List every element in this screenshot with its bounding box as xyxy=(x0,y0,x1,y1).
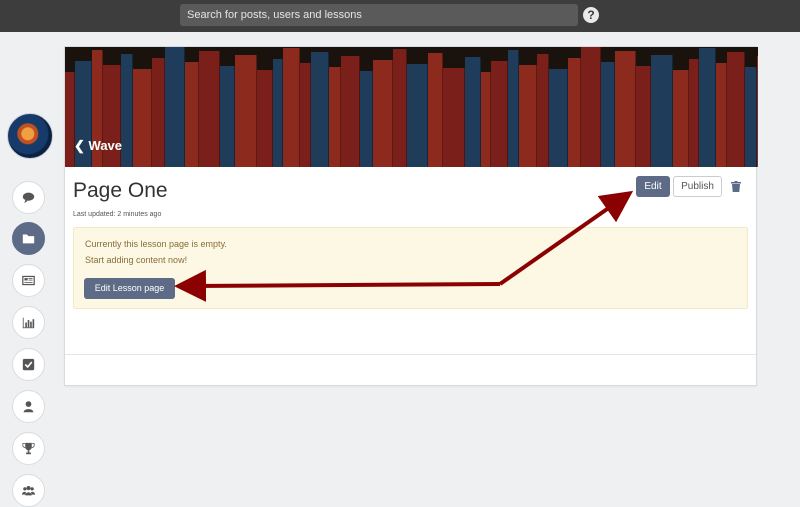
book-spine xyxy=(235,55,257,167)
chat-icon xyxy=(22,192,35,204)
sidebar-item-achievements[interactable] xyxy=(12,432,45,465)
book-spine xyxy=(257,70,273,167)
book-spine xyxy=(745,67,757,167)
notice-text: Currently this lesson page is empty. xyxy=(85,239,227,249)
book-spine xyxy=(716,63,727,167)
book-spine xyxy=(491,61,508,167)
edit-lesson-page-button[interactable]: Edit Lesson page xyxy=(84,278,175,299)
trophy-icon xyxy=(22,442,35,455)
bar-chart-icon xyxy=(22,317,35,329)
last-updated: Last updated: 2 minutes ago xyxy=(73,211,162,218)
help-icon[interactable]: ? xyxy=(583,7,599,23)
lesson-card: ❮ Wave Page One Last updated: 2 minutes … xyxy=(64,46,758,386)
book-spine xyxy=(581,47,601,167)
book-spine xyxy=(615,51,636,167)
book-spine xyxy=(373,60,393,167)
book-spine xyxy=(443,68,465,167)
divider xyxy=(65,354,756,355)
book-spine xyxy=(300,63,311,167)
book-spine xyxy=(199,51,220,167)
book-spine xyxy=(393,49,407,167)
book-spine xyxy=(636,66,651,167)
back-link[interactable]: ❮ Wave xyxy=(74,138,122,154)
book-spine xyxy=(508,50,519,167)
sidebar-item-stats[interactable] xyxy=(12,306,45,339)
book-spine xyxy=(121,54,133,167)
book-spine xyxy=(727,52,745,167)
book-spine xyxy=(428,53,443,167)
sidebar-item-profile[interactable] xyxy=(12,390,45,423)
sidebar-item-news[interactable] xyxy=(12,264,45,297)
back-link-label: Wave xyxy=(88,138,123,153)
empty-page-notice: Currently this lesson page is empty. Sta… xyxy=(73,227,748,309)
group-icon xyxy=(22,486,35,496)
book-spine xyxy=(133,69,152,167)
user-icon xyxy=(23,401,34,413)
book-spine xyxy=(220,66,235,167)
book-spine xyxy=(407,64,428,167)
book-spine xyxy=(311,52,329,167)
newspaper-icon xyxy=(22,275,35,286)
sidebar-item-chat[interactable] xyxy=(12,181,45,214)
search-input[interactable]: Search for posts, users and lessons xyxy=(180,4,578,26)
chevron-left-icon: ❮ xyxy=(74,138,85,153)
top-bar: Search for posts, users and lessons ? xyxy=(0,0,800,32)
book-spine xyxy=(273,59,283,167)
book-spine xyxy=(481,72,491,167)
sidebar-item-groups[interactable] xyxy=(12,474,45,507)
book-spine xyxy=(699,48,716,167)
book-spine xyxy=(152,58,165,167)
book-spine xyxy=(465,57,481,167)
book-spine xyxy=(341,56,360,167)
book-spine xyxy=(165,47,185,167)
book-spine xyxy=(360,71,373,167)
avatar[interactable] xyxy=(7,113,53,159)
edit-button[interactable]: Edit xyxy=(636,176,670,197)
sidebar-item-lessons[interactable] xyxy=(12,222,45,255)
page-title: Page One xyxy=(73,179,168,202)
folder-icon xyxy=(22,234,35,244)
book-spine xyxy=(537,54,549,167)
book-spine xyxy=(549,69,568,167)
book-spine xyxy=(568,58,581,167)
book-spine xyxy=(601,62,615,167)
checkbox-icon xyxy=(22,358,35,371)
book-spine xyxy=(185,62,199,167)
cover-image xyxy=(65,47,758,167)
trash-icon[interactable] xyxy=(731,181,741,192)
book-spine xyxy=(651,55,673,167)
publish-button[interactable]: Publish xyxy=(673,176,722,197)
book-spine xyxy=(519,65,537,167)
notice-subtext: Start adding content now! xyxy=(85,255,188,265)
book-spine xyxy=(689,59,699,167)
sidebar-item-tasks[interactable] xyxy=(12,348,45,381)
book-spine xyxy=(329,67,341,167)
book-spine xyxy=(673,70,689,167)
book-spine xyxy=(283,48,300,167)
book-spine xyxy=(757,56,758,167)
